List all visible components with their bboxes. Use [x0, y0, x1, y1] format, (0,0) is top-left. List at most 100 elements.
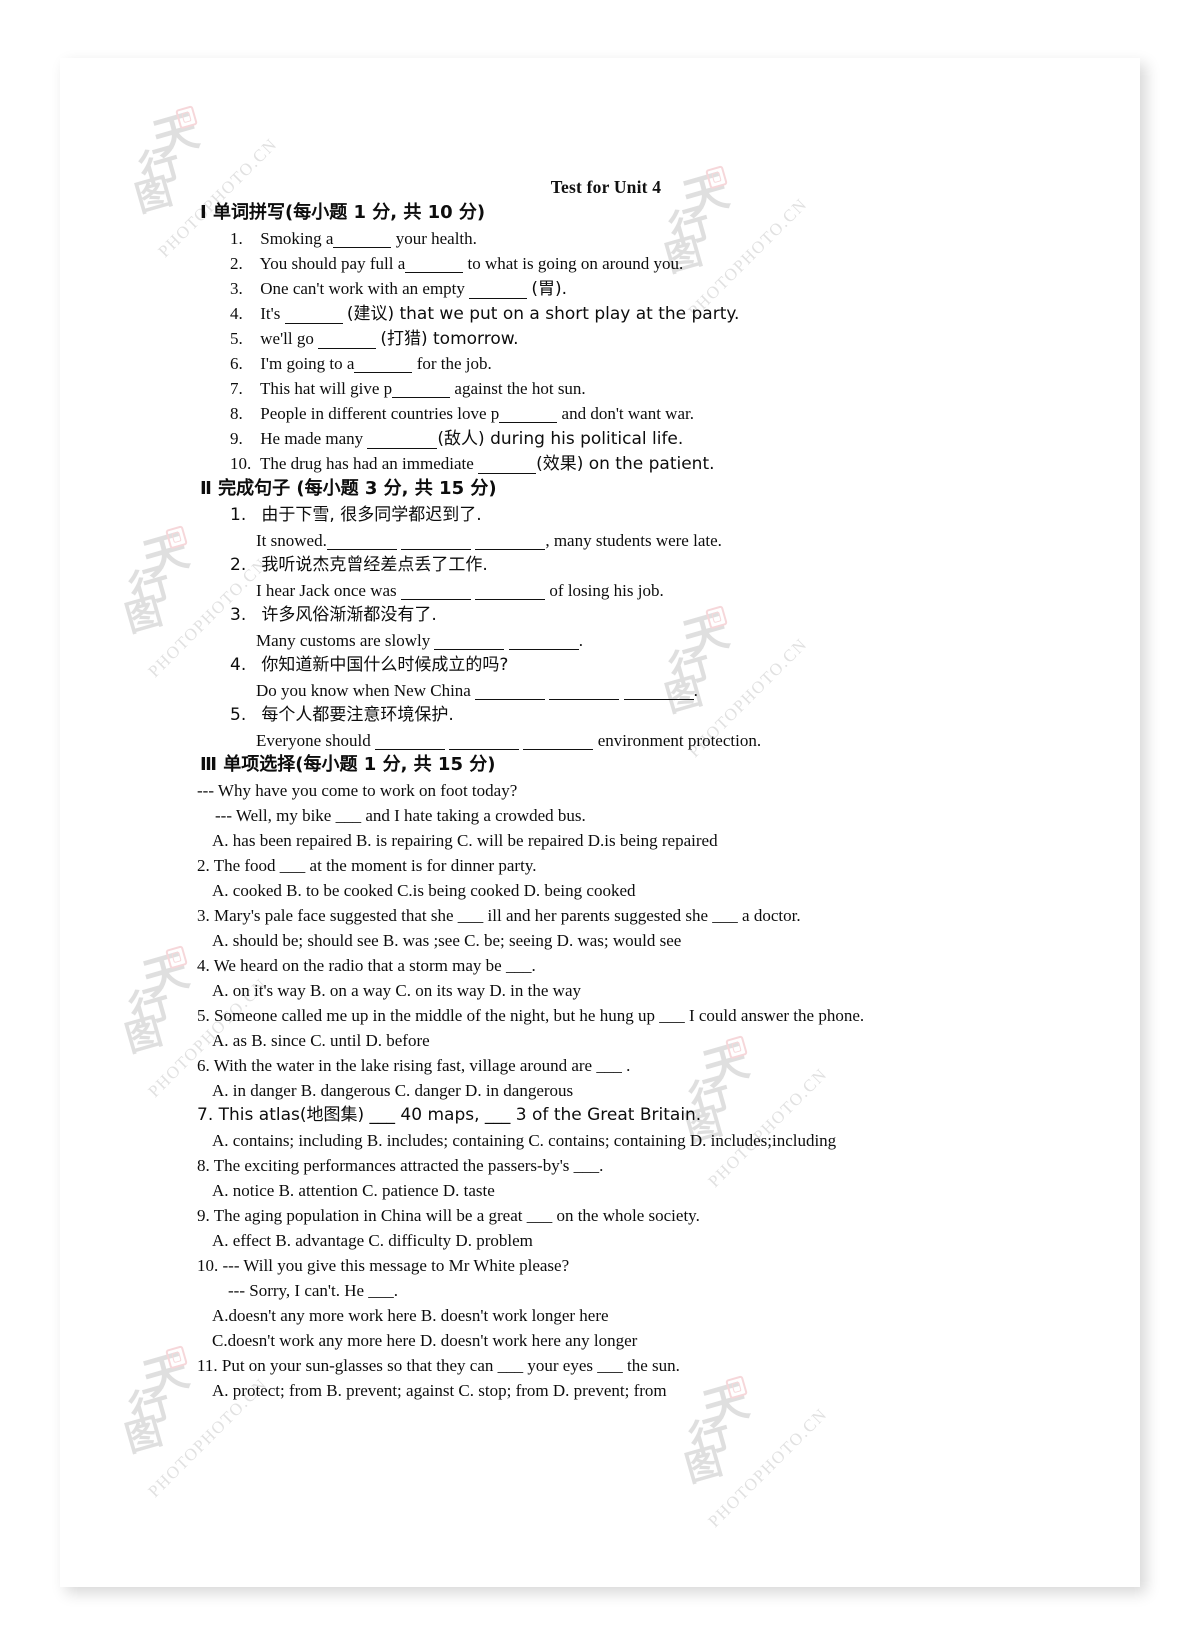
mc-question-stem: 10. --- Will you give this message to Mr… [197, 1256, 569, 1275]
mc-options[interactable]: A. should be; should see B. was ;see C. … [212, 931, 681, 950]
answer-blank[interactable] [475, 536, 546, 550]
mc-options[interactable]: A.doesn't any more work here B. doesn't … [212, 1306, 609, 1325]
mc-stem-text: The aging population in China will be a … [213, 1206, 700, 1225]
answer-blank[interactable] [475, 686, 546, 700]
item-text-post: environment protection. [597, 731, 762, 750]
completion-item-chinese: 5. 每个人都要注意环境保护. [230, 706, 454, 725]
completion-item-chinese: 3. 许多风俗渐渐都没有了. [230, 606, 437, 625]
answer-blank[interactable] [401, 536, 472, 550]
mc-question-number: 4. [197, 956, 210, 975]
completion-item-english: Everyone should environment protection. [256, 731, 761, 750]
item-text-pre: Smoking a [260, 229, 334, 248]
page-sheet: 天 行 图 PHOTOPHOTO.CN 天 行 图 PHOTOPHOTO.CN … [60, 58, 1140, 1587]
answer-blank[interactable] [434, 636, 505, 650]
spelling-item: 3. One can't work with an empty (胃). [230, 279, 567, 299]
answer-blank[interactable] [475, 586, 546, 600]
item-number: 5. [230, 705, 247, 725]
item-text-pre: I'm going to a [260, 354, 355, 373]
mc-options[interactable]: A. effect B. advantage C. difficulty D. … [212, 1231, 533, 1250]
answer-blank[interactable] [326, 536, 397, 550]
answer-blank[interactable] [318, 335, 377, 349]
item-number: 1. [230, 505, 247, 525]
answer-blank[interactable] [623, 686, 694, 700]
answer-blank[interactable] [508, 636, 579, 650]
answer-blank[interactable] [400, 586, 471, 600]
item-chinese-text: 许多风俗渐渐都没有了. [261, 605, 437, 625]
item-text-pre: People in different countries love p [260, 404, 500, 423]
mc-options[interactable]: A. as B. since C. until D. before [212, 1031, 430, 1050]
item-text-pre: Do you know when New China [256, 681, 471, 700]
mc-options[interactable]: A. cooked B. to be cooked C.is being coo… [212, 881, 636, 900]
item-number: 2. [230, 254, 243, 273]
item-number: 2. [230, 555, 247, 575]
answer-blank[interactable] [449, 736, 520, 750]
mc-question-stem: 4. We heard on the radio that a storm ma… [197, 956, 536, 975]
mc-stem-text: --- Will you give this message to Mr Whi… [222, 1256, 570, 1275]
spelling-item: 10. The drug has had an immediate (效果) o… [230, 454, 715, 474]
spelling-item: 1. Smoking a your health. [230, 229, 477, 248]
spelling-item: 7. This hat will give p against the hot … [230, 379, 586, 398]
answer-blank[interactable] [478, 460, 537, 474]
mc-question-stem: 5. Someone called me up in the middle of… [197, 1006, 864, 1025]
answer-blank[interactable] [374, 736, 445, 750]
completion-item-english: It snowed. , many students were late. [256, 531, 722, 550]
mc-question-number: 7. [197, 1105, 214, 1125]
mc-question-number: 3. [197, 906, 210, 925]
item-text-post: your health. [395, 229, 477, 248]
answer-blank[interactable] [405, 259, 464, 273]
completion-item-english: I hear Jack once was of losing his job. [256, 581, 664, 600]
answer-blank[interactable] [523, 736, 594, 750]
answer-blank[interactable] [367, 435, 438, 449]
section-heading-1: Ⅰ 单词拼写(每小题 1 分, 共 10 分) [200, 202, 486, 223]
item-number: 6. [230, 354, 243, 373]
answer-blank[interactable] [354, 359, 413, 373]
item-number: 7. [230, 379, 243, 398]
mc-question-stem: --- Sorry, I can't. He ___. [228, 1281, 399, 1300]
answer-blank[interactable] [499, 409, 558, 423]
spelling-item: 2. You should pay full a to what is goin… [230, 254, 683, 273]
answer-blank[interactable] [392, 384, 451, 398]
mc-question-number: 9. [197, 1206, 210, 1225]
answer-blank[interactable] [284, 310, 343, 324]
mc-question-stem: 7. This atlas(地图集) ___ 40 maps, ___ 3 of… [197, 1106, 701, 1125]
answer-blank[interactable] [469, 285, 528, 299]
mc-stem-text: The exciting performances attracted the … [213, 1156, 604, 1175]
item-chinese-text: 每个人都要注意环境保护. [261, 705, 454, 725]
item-text-pre: One can't work with an empty [260, 279, 465, 298]
section-heading-2: Ⅱ 完成句子 (每小题 3 分, 共 15 分) [200, 478, 497, 499]
mc-question-number: 6. [197, 1056, 210, 1075]
mc-stem-text: With the water in the lake rising fast, … [213, 1056, 631, 1075]
item-chinese-text: 你知道新中国什么时候成立的吗? [261, 655, 509, 675]
answer-blank[interactable] [549, 686, 620, 700]
item-text-post: (打猎) tomorrow. [380, 329, 519, 349]
item-text-pre: The drug has had an immediate [259, 454, 474, 473]
mc-options[interactable]: C.doesn't work any more here D. doesn't … [212, 1331, 637, 1350]
item-chinese-text: 我听说杰克曾经差点丢了工作. [261, 555, 488, 575]
item-text-post: (敌人) during his political life. [437, 429, 684, 449]
mc-options[interactable]: A. on it's way B. on a way C. on its way… [212, 981, 581, 1000]
item-text-pre: It snowed. [256, 531, 327, 550]
item-text-pre: It's [260, 304, 281, 323]
mc-question-stem: 9. The aging population in China will be… [197, 1206, 700, 1225]
mc-stem-text: This atlas(地图集) ___ 40 maps, ___ 3 of th… [218, 1105, 702, 1125]
mc-question-number: 8. [197, 1156, 210, 1175]
answer-blank[interactable] [333, 234, 392, 248]
mc-question-stem: --- Why have you come to work on foot to… [197, 781, 518, 800]
item-text-post: against the hot sun. [454, 379, 586, 398]
mc-options[interactable]: A. notice B. attention C. patience D. ta… [212, 1181, 495, 1200]
mc-options[interactable]: A. has been repaired B. is repairing C. … [212, 831, 718, 850]
mc-question-number: 11. [197, 1356, 218, 1375]
item-text-pre: He made many [260, 429, 364, 448]
page-title: Test for Unit 4 [550, 177, 662, 197]
mc-options[interactable]: A. protect; from B. prevent; against C. … [212, 1381, 667, 1400]
document-body: Test for Unit 4 Ⅰ 单词拼写(每小题 1 分, 共 10 分) … [60, 58, 1140, 1587]
item-number: 4. [230, 304, 243, 323]
mc-question-stem: 8. The exciting performances attracted t… [197, 1156, 603, 1175]
item-text-post: of losing his job. [549, 581, 664, 600]
mc-options[interactable]: A. in danger B. dangerous C. danger D. i… [212, 1081, 573, 1100]
mc-stem-text: Someone called me up in the middle of th… [214, 1006, 865, 1025]
item-number: 5. [230, 329, 243, 348]
item-text-post: and don't want war. [561, 404, 694, 423]
mc-options[interactable]: A. contains; including B. includes; cont… [212, 1131, 836, 1150]
item-text-post: . [693, 681, 698, 700]
